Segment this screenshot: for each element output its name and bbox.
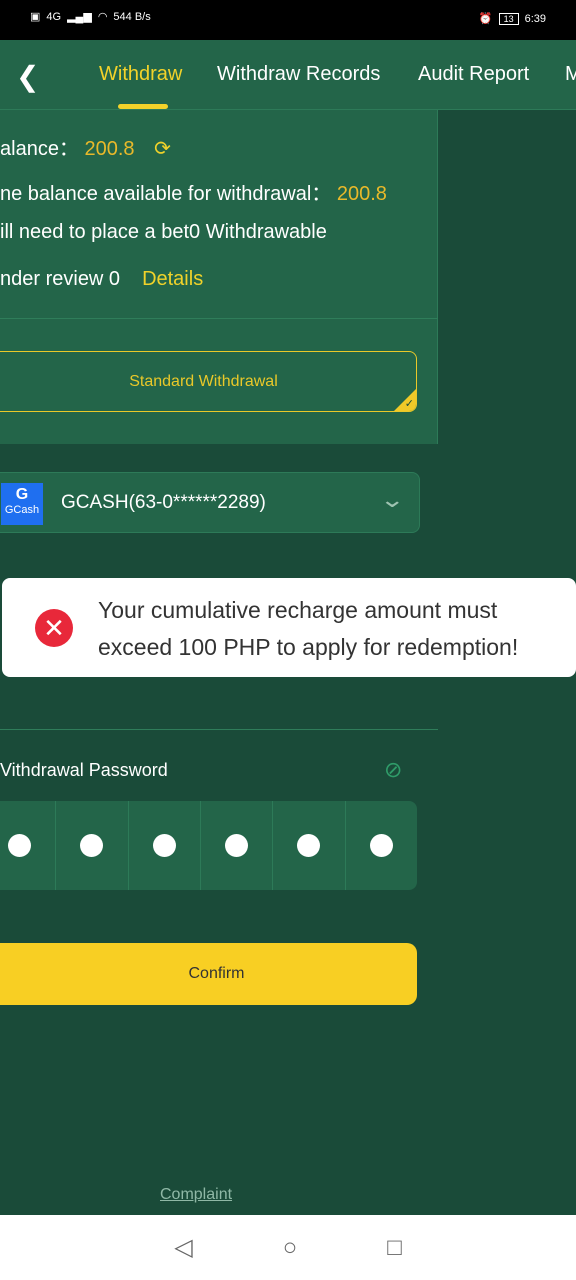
tab-withdraw[interactable]: Withdraw [99,63,182,86]
bet-requirement: ill need to place a bet0 Withdrawable [0,221,327,243]
password-input[interactable] [0,801,417,890]
wifi-icon: ◠ [97,11,108,23]
pin-dot [8,834,32,857]
error-toast: ✕ Your cumulative recharge amount must e… [2,578,576,677]
pin-dot [225,834,249,857]
alarm-icon: ⏰ [478,13,493,25]
back-icon[interactable]: ❮ [16,60,39,93]
pin-dot [297,834,321,857]
toast-message: Your cumulative recharge amount must exc… [98,597,519,660]
tab-withdraw-records[interactable]: Withdraw Records [217,63,380,86]
refresh-icon[interactable]: ⟳ [154,138,171,160]
check-icon: ✓ [404,398,414,410]
password-label: Vithdrawal Password [0,760,168,780]
network-type: 4G [46,10,62,23]
divider [0,729,438,730]
error-icon: ✕ [35,609,73,647]
option-label: Standard Withdrawal [129,372,278,390]
eye-off-icon[interactable]: ⊘ [384,757,402,783]
signal-icon: ▂▄▆ [67,11,92,23]
pin-dot [369,834,393,857]
header: ❮ Withdraw Withdraw Records Audit Report… [0,40,576,110]
chevron-down-icon: ⌄ [378,487,405,512]
pin-cell[interactable] [56,801,129,890]
nav-back-icon[interactable]: ◁ [174,1233,192,1262]
pin-cell[interactable] [201,801,274,890]
pin-cell[interactable] [346,801,417,890]
tab-audit-report[interactable]: Audit Report [418,63,529,86]
pin-cell[interactable] [129,801,201,890]
available-value: 200.8 [336,183,387,205]
clock: 6:39 [524,12,546,25]
balance-label: alance： [0,138,79,160]
pin-cell[interactable] [0,801,57,890]
complaint-link[interactable]: Complaint [160,1186,232,1204]
pin-dot [152,834,176,857]
active-tab-indicator [118,104,168,109]
volte-icon: ▣ [30,11,41,23]
account-value: GCASH(63-0******2289) [61,492,266,513]
balance-panel: alance： 200.8 ⟳ ne balance available for… [0,110,438,444]
nav-home-icon[interactable]: ○ [283,1234,298,1262]
pin-cell[interactable] [273,801,346,890]
tab-more[interactable]: M [565,63,576,86]
divider [0,318,438,319]
balance-value: 200.8 [84,138,135,160]
available-label: ne balance available for withdrawal： [0,183,332,205]
details-link[interactable]: Details [142,268,203,290]
gcash-logo: G GCash [1,483,43,525]
battery-icon: 13 [498,12,519,25]
system-nav-bar: ◁ ○ □ [0,1215,576,1280]
net-speed: 544 B/s [113,10,151,23]
pin-dot [80,834,104,857]
status-bar: ▣ 4G ▂▄▆ ◠ 544 B/s ⏰ 13 6:39 [0,0,576,40]
confirm-button[interactable]: Confirm [0,943,417,1005]
account-select[interactable]: G GCash GCASH(63-0******2289) ⌄ [0,472,420,533]
standard-withdrawal-option[interactable]: Standard Withdrawal ✓ [0,351,417,412]
under-review: nder review 0 [0,268,121,290]
nav-recents-icon[interactable]: □ [387,1234,402,1262]
